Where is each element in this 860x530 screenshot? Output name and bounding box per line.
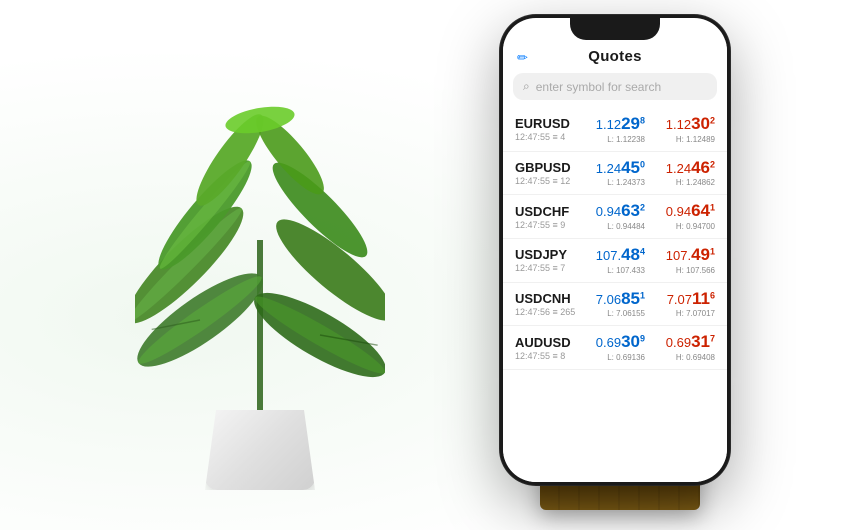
quote-symbol-section: USDCNH 12:47:56 ≡ 265 — [515, 291, 575, 317]
quote-row[interactable]: EURUSD 12:47:55 ≡ 4 1.12298 L: 1.12238 1… — [503, 108, 727, 152]
phone-notch — [570, 18, 660, 40]
bid-price: 7.06851 L: 7.06155 — [583, 290, 645, 319]
bid-low: L: 1.12238 — [583, 135, 645, 144]
quote-row[interactable]: USDJPY 12:47:55 ≡ 7 107.484 L: 107.433 1… — [503, 239, 727, 283]
quote-symbol: USDCNH — [515, 291, 575, 306]
search-placeholder-text: enter symbol for search — [536, 80, 661, 94]
quote-row[interactable]: USDCHF 12:47:55 ≡ 9 0.94632 L: 0.94484 0… — [503, 195, 727, 239]
bid-value: 0.69309 — [583, 333, 645, 352]
bid-value: 7.06851 — [583, 290, 645, 309]
ask-value: 1.12302 — [653, 115, 715, 134]
ask-high: H: 1.24862 — [653, 178, 715, 187]
bid-low: L: 1.24373 — [583, 178, 645, 187]
ask-high: H: 0.94700 — [653, 222, 715, 231]
app-screen: ✏ Quotes ⌕ enter symbol for search EURUS… — [503, 40, 727, 482]
quote-time: 12:47:55 ≡ 12 — [515, 176, 571, 186]
ask-high: H: 1.12489 — [653, 135, 715, 144]
bid-low: L: 7.06155 — [583, 309, 645, 318]
bid-value: 0.94632 — [583, 202, 645, 221]
quote-time: 12:47:55 ≡ 8 — [515, 351, 571, 361]
app-title: Quotes — [588, 48, 641, 65]
ask-price: 1.12302 H: 1.12489 — [653, 115, 715, 144]
quote-prices: 0.69309 L: 0.69136 0.69317 H: 0.69408 — [583, 333, 715, 362]
ask-value: 0.69317 — [653, 333, 715, 352]
quote-row[interactable]: AUDUSD 12:47:55 ≡ 8 0.69309 L: 0.69136 0… — [503, 326, 727, 370]
ask-high: H: 107.566 — [653, 266, 715, 275]
quote-row[interactable]: USDCNH 12:47:56 ≡ 265 7.06851 L: 7.06155… — [503, 283, 727, 327]
quote-symbol: AUDUSD — [515, 335, 571, 350]
quote-prices: 107.484 L: 107.433 107.491 H: 107.566 — [583, 246, 715, 275]
plant-pot — [205, 410, 315, 490]
ask-value: 107.491 — [653, 246, 715, 265]
ask-price: 1.24462 H: 1.24862 — [653, 159, 715, 188]
quote-symbol-section: USDJPY 12:47:55 ≡ 7 — [515, 247, 567, 273]
quote-symbol: EURUSD — [515, 116, 570, 131]
quote-symbol: GBPUSD — [515, 160, 571, 175]
bid-value: 1.24450 — [583, 159, 645, 178]
plant-decoration — [120, 90, 400, 490]
quote-prices: 7.06851 L: 7.06155 7.07116 H: 7.07017 — [583, 290, 715, 319]
bid-value: 1.12298 — [583, 115, 645, 134]
quote-symbol: USDCHF — [515, 204, 569, 219]
quote-time: 12:47:56 ≡ 265 — [515, 307, 575, 317]
ask-value: 1.24462 — [653, 159, 715, 178]
bid-price: 1.12298 L: 1.12238 — [583, 115, 645, 144]
quote-symbol-section: AUDUSD 12:47:55 ≡ 8 — [515, 335, 571, 361]
quotes-list: EURUSD 12:47:55 ≡ 4 1.12298 L: 1.12238 1… — [503, 108, 727, 370]
ask-price: 107.491 H: 107.566 — [653, 246, 715, 275]
quote-prices: 1.24450 L: 1.24373 1.24462 H: 1.24862 — [583, 159, 715, 188]
ask-price: 0.94641 H: 0.94700 — [653, 202, 715, 231]
ask-price: 0.69317 H: 0.69408 — [653, 333, 715, 362]
bid-price: 107.484 L: 107.433 — [583, 246, 645, 275]
bid-value: 107.484 — [583, 246, 645, 265]
bid-low: L: 0.69136 — [583, 353, 645, 362]
plant-svg — [135, 80, 385, 430]
bid-price: 0.69309 L: 0.69136 — [583, 333, 645, 362]
bid-low: L: 107.433 — [583, 266, 645, 275]
phone-device: ✏ Quotes ⌕ enter symbol for search EURUS… — [500, 15, 730, 485]
quote-time: 12:47:55 ≡ 7 — [515, 263, 567, 273]
search-icon: ⌕ — [523, 79, 530, 94]
bid-low: L: 0.94484 — [583, 222, 645, 231]
quote-time: 12:47:55 ≡ 4 — [515, 132, 570, 142]
ask-value: 0.94641 — [653, 202, 715, 221]
search-bar[interactable]: ⌕ enter symbol for search — [513, 73, 717, 100]
edit-icon[interactable]: ✏ — [517, 50, 528, 66]
quote-symbol-section: EURUSD 12:47:55 ≡ 4 — [515, 116, 570, 142]
quote-prices: 1.12298 L: 1.12238 1.12302 H: 1.12489 — [583, 115, 715, 144]
phone-screen: ✏ Quotes ⌕ enter symbol for search EURUS… — [503, 18, 727, 482]
quote-symbol-section: USDCHF 12:47:55 ≡ 9 — [515, 204, 569, 230]
ask-high: H: 0.69408 — [653, 353, 715, 362]
quote-symbol-section: GBPUSD 12:47:55 ≡ 12 — [515, 160, 571, 186]
ask-value: 7.07116 — [653, 290, 715, 309]
quote-symbol: USDJPY — [515, 247, 567, 262]
bid-price: 0.94632 L: 0.94484 — [583, 202, 645, 231]
ask-price: 7.07116 H: 7.07017 — [653, 290, 715, 319]
quote-time: 12:47:55 ≡ 9 — [515, 220, 569, 230]
ask-high: H: 7.07017 — [653, 309, 715, 318]
quote-prices: 0.94632 L: 0.94484 0.94641 H: 0.94700 — [583, 202, 715, 231]
bid-price: 1.24450 L: 1.24373 — [583, 159, 645, 188]
quote-row[interactable]: GBPUSD 12:47:55 ≡ 12 1.24450 L: 1.24373 … — [503, 152, 727, 196]
app-header: ✏ Quotes — [503, 40, 727, 69]
